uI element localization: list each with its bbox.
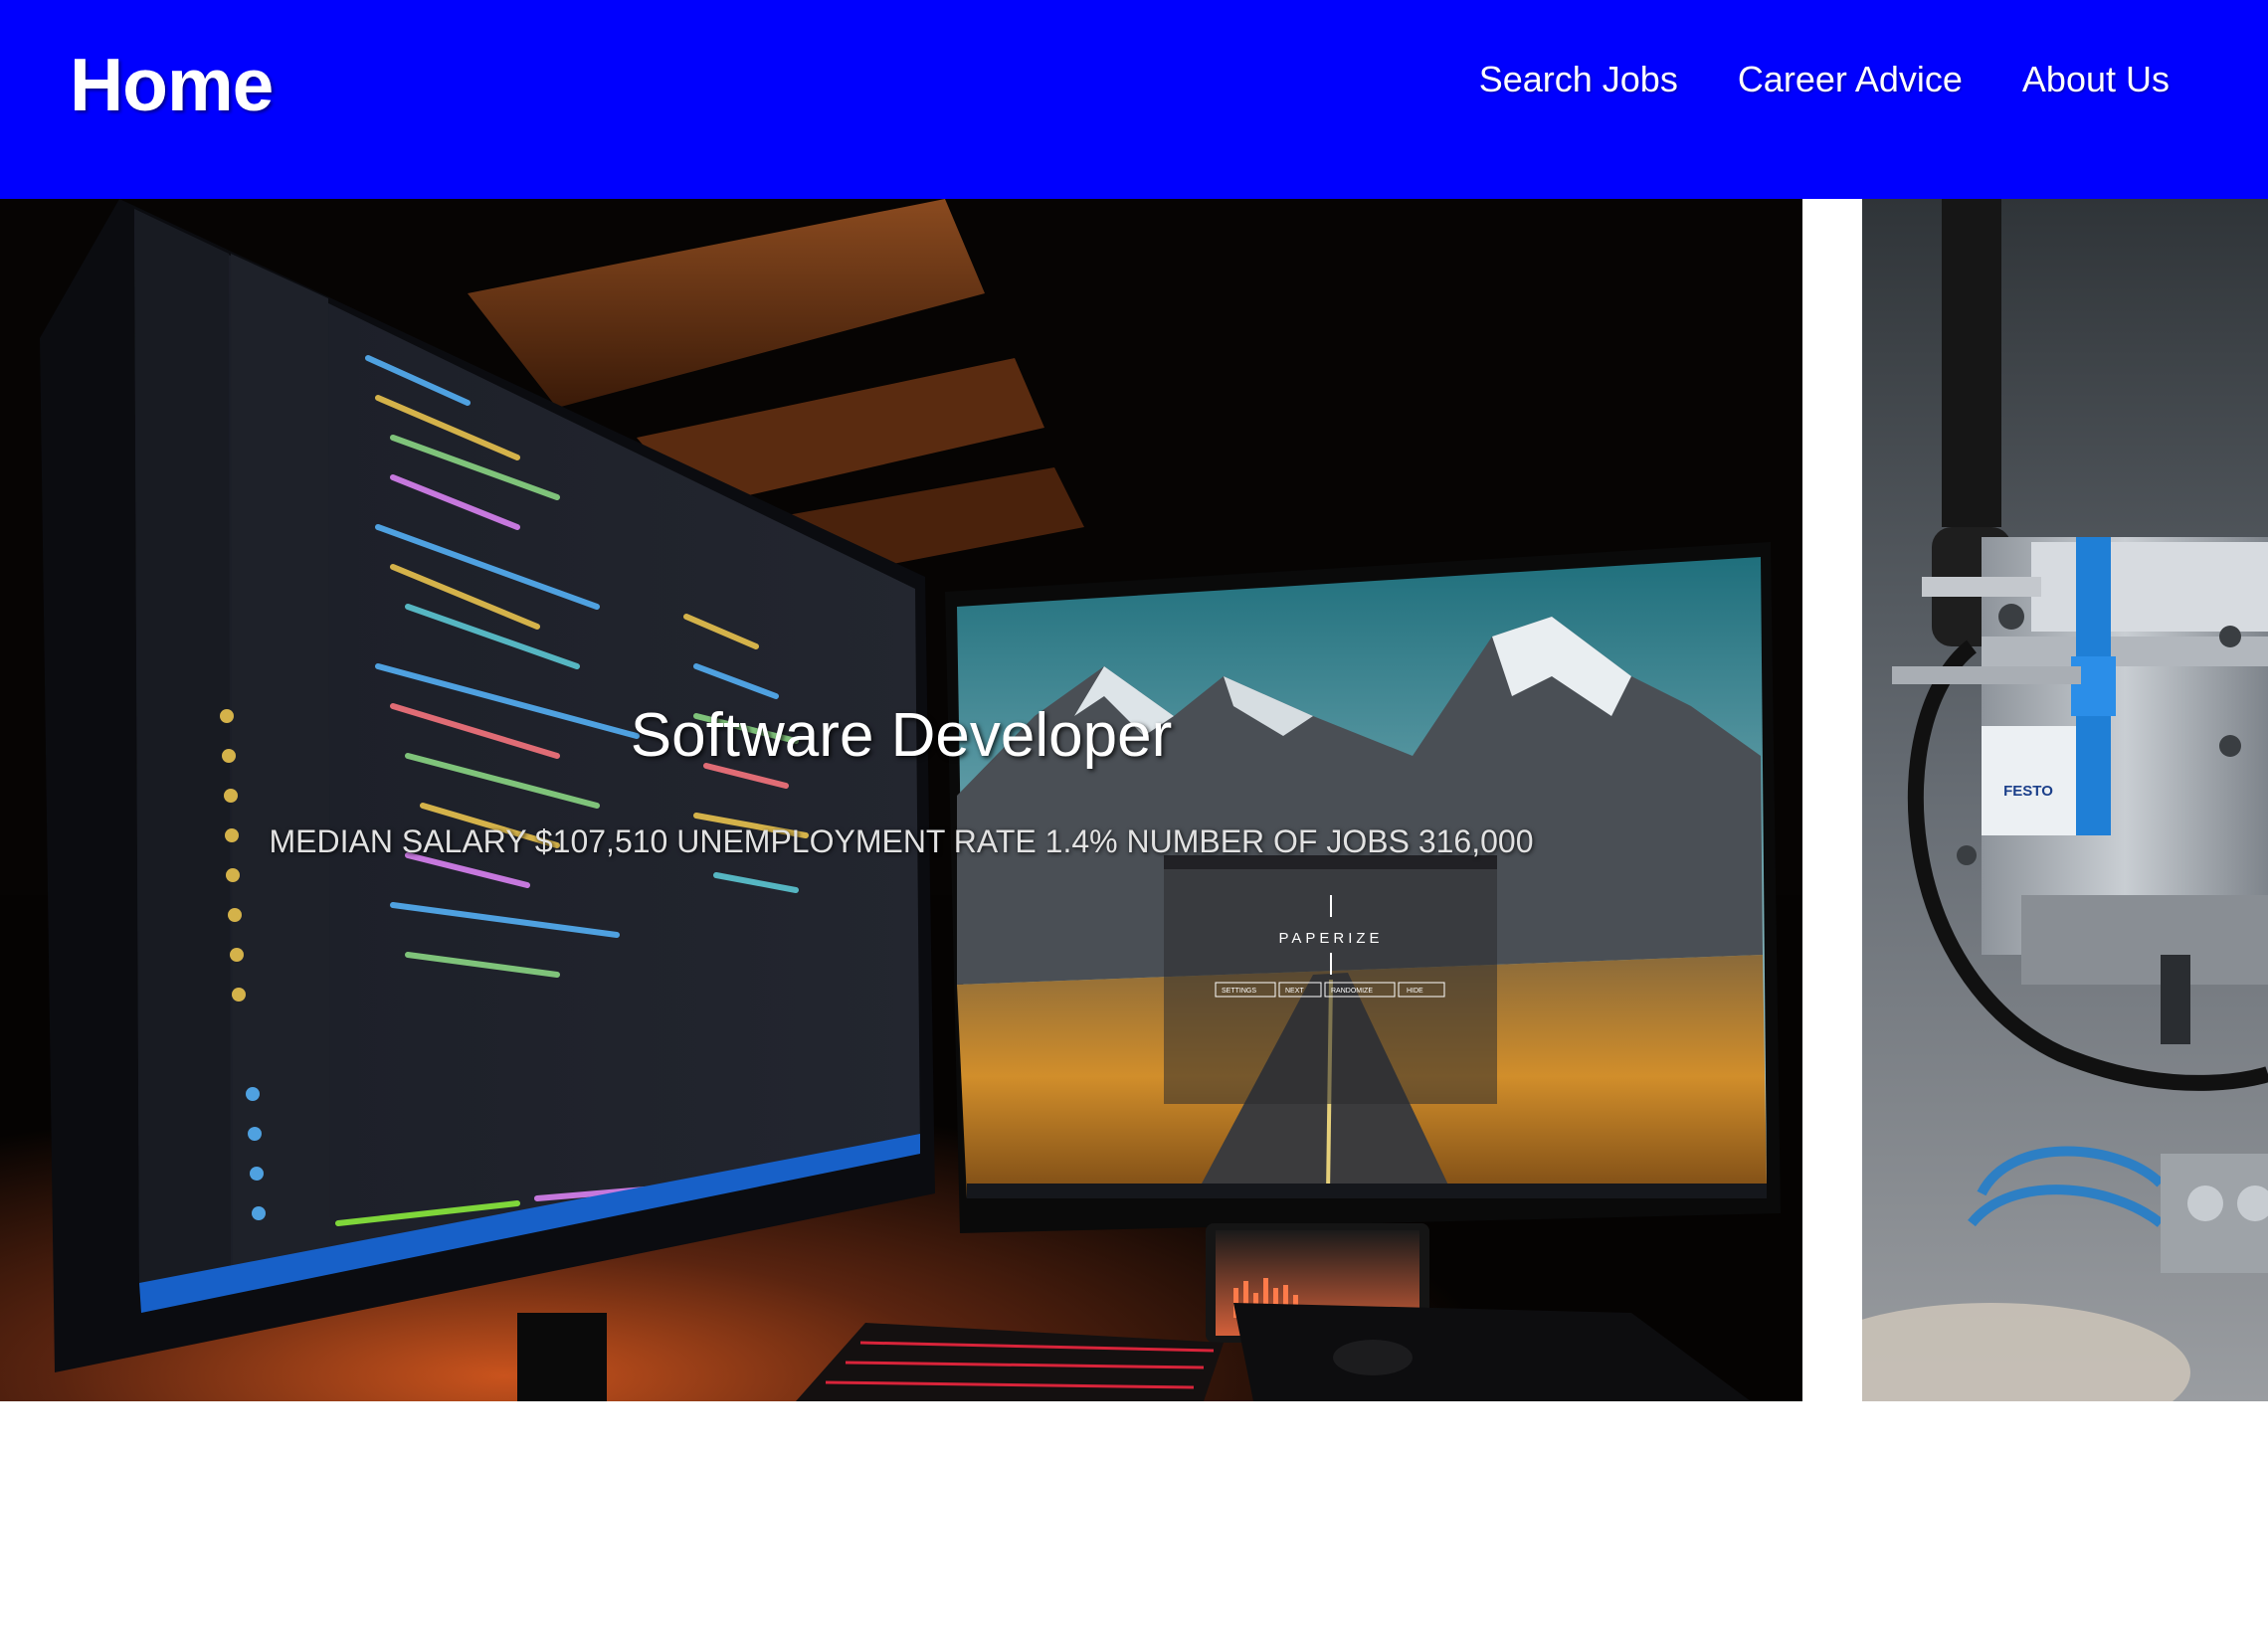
nav-career-advice[interactable]: Career Advice <box>1738 56 1963 103</box>
slide-photo-desk-setup: PAPERIZE SETTINGS NEXT RANDOMIZE HIDE <box>0 199 1802 1401</box>
paperize-app-label: PAPERIZE <box>1278 930 1383 947</box>
slide-stats: MEDIAN SALARY $107,510 UNEMPLOYMENT RATE… <box>269 823 1534 859</box>
slide-title: Software Developer <box>630 701 1173 770</box>
nav-about-us[interactable]: About Us <box>2022 56 2170 103</box>
svg-text:SETTINGS: SETTINGS <box>1222 988 1256 995</box>
main-nav: Search Jobs Career Advice About Us <box>1479 56 2170 103</box>
carousel-slide-next[interactable]: FESTO <box>1862 199 2268 1401</box>
home-link[interactable]: Home <box>70 40 274 129</box>
slide-photo-machinery: FESTO <box>1862 199 2268 1401</box>
festo-brand-label: FESTO <box>2003 783 2053 800</box>
site-header: Home Search Jobs Career Advice About Us <box>0 0 2268 199</box>
svg-text:NEXT: NEXT <box>1285 988 1304 995</box>
nav-search-jobs[interactable]: Search Jobs <box>1479 56 1678 103</box>
svg-text:RANDOMIZE: RANDOMIZE <box>1331 988 1373 995</box>
carousel-slide-software-developer[interactable]: PAPERIZE SETTINGS NEXT RANDOMIZE HIDE So… <box>0 199 1802 1401</box>
job-carousel: PAPERIZE SETTINGS NEXT RANDOMIZE HIDE So… <box>0 199 2268 1401</box>
svg-text:HIDE: HIDE <box>1407 988 1423 995</box>
